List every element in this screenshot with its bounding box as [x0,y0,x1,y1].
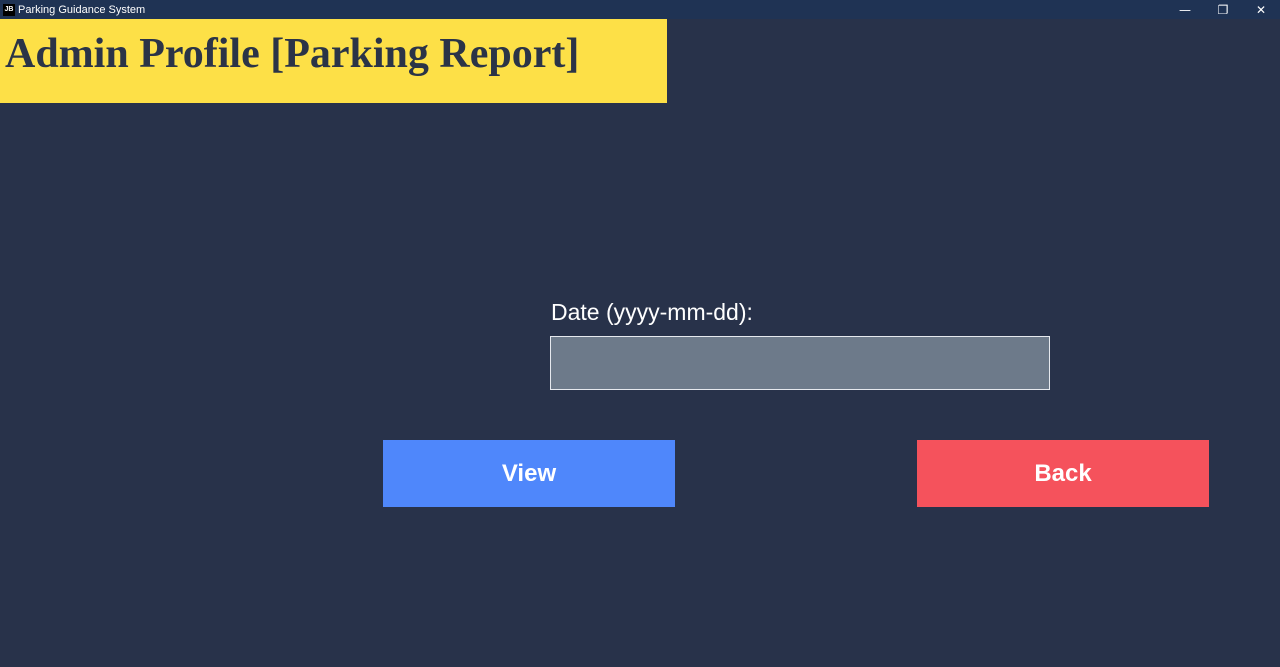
window-title: Parking Guidance System [18,3,146,16]
app-icon: JB [3,3,15,16]
back-button[interactable]: Back [917,440,1209,507]
date-input[interactable] [550,336,1050,390]
minimize-icon[interactable]: — [1166,0,1204,19]
close-icon[interactable]: ✕ [1242,0,1280,19]
date-label: Date (yyyy-mm-dd): [551,299,753,325]
window-titlebar[interactable]: JB Parking Guidance System — ❐ ✕ [0,0,1280,19]
restore-icon[interactable]: ❐ [1204,0,1242,19]
view-button[interactable]: View [383,440,675,507]
window-controls: — ❐ ✕ [1166,0,1280,19]
page-title: Admin Profile [Parking Report] [5,31,580,77]
